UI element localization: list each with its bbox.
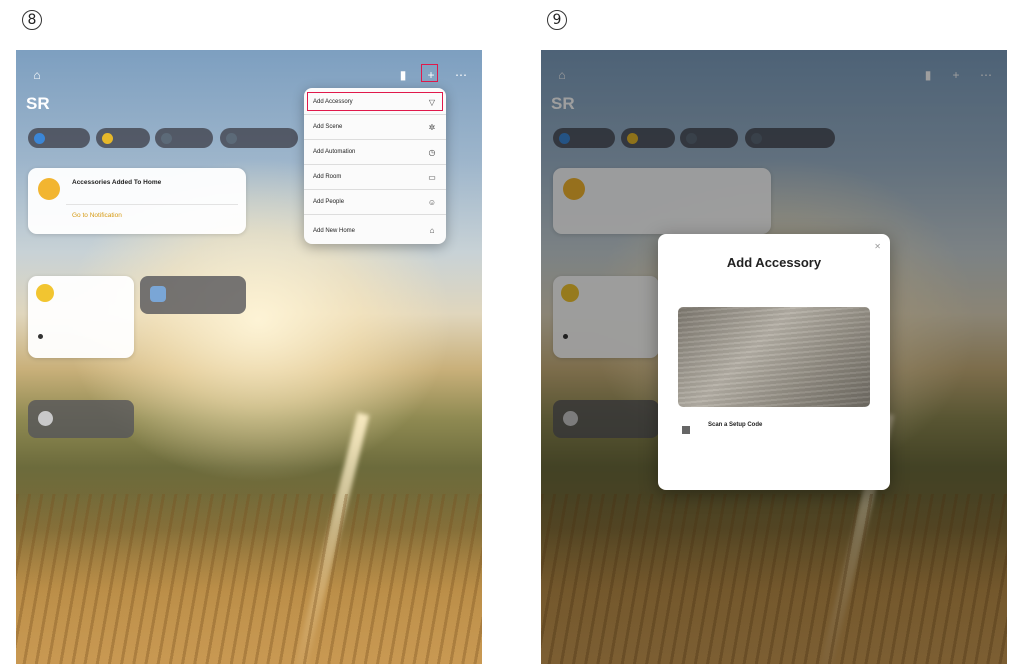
home-title: SR: [26, 94, 50, 113]
menu-item-add-automation[interactable]: Add Automation ◷: [304, 140, 446, 165]
add-button-highlight: [421, 64, 438, 82]
add-accessory-highlight: [307, 92, 443, 111]
scene-icon: [150, 286, 166, 302]
notice-title: Accessories Added To Home: [72, 179, 162, 186]
divider: [66, 204, 238, 205]
security-icon: [161, 132, 172, 144]
menu-item-add-room[interactable]: Add Room ▭: [304, 165, 446, 190]
home-accessory-icon: [38, 178, 60, 200]
screenshot-add-menu: ⌂ ▮ + ⋯ SR Accessories Added To Home Go …: [16, 50, 482, 664]
step-number-9: 9: [547, 10, 567, 30]
room-tile-icon: [38, 411, 53, 426]
room-icon: ▭: [428, 172, 436, 182]
voice-icon[interactable]: ▮: [396, 68, 410, 82]
chip-climate[interactable]: [28, 128, 90, 148]
notice-card[interactable]: Accessories Added To Home Go to Notifica…: [28, 168, 246, 234]
chip-security[interactable]: [155, 128, 213, 148]
scene-icon: ✲: [428, 122, 436, 132]
grass-field: [16, 494, 482, 664]
camera-viewfinder: [678, 307, 870, 407]
room-tile[interactable]: [28, 400, 134, 438]
lightbulb-icon: [36, 284, 54, 302]
scene-tile[interactable]: [140, 276, 246, 314]
menu-item-label: Add Room: [313, 174, 342, 180]
lights-icon: [102, 132, 113, 144]
accessory-tile[interactable]: [28, 276, 134, 358]
add-accessory-modal: ✕ Add Accessory Scan a Setup Code: [658, 234, 890, 490]
menu-item-label: Add Scene: [313, 124, 343, 130]
automation-icon: ◷: [428, 147, 436, 157]
climate-icon: [34, 132, 45, 144]
menu-item-label: Add Automation: [313, 149, 356, 155]
chip-lights[interactable]: [96, 128, 150, 148]
add-menu: Add Accessory ▽ Add Scene ✲ Add Automati…: [304, 88, 446, 244]
chip-speakers[interactable]: [220, 128, 298, 148]
home-icon[interactable]: ⌂: [30, 68, 44, 82]
status-dot: [38, 334, 43, 339]
modal-title: Add Accessory: [726, 255, 822, 270]
home-icon: ⌂: [429, 226, 435, 235]
menu-item-label: Add People: [313, 199, 345, 205]
status-bar: [22, 52, 476, 60]
more-icon[interactable]: ⋯: [454, 68, 468, 82]
people-icon: ☺: [427, 197, 437, 207]
step-number-8: 8: [22, 10, 42, 30]
menu-item-add-people[interactable]: Add People ☺: [304, 190, 446, 215]
screenshot-add-accessory: ⌂ ▮ + ⋯ SR ✕ Add Accessory Scan a Setup …: [541, 50, 1007, 664]
menu-item-add-new-home[interactable]: Add New Home ⌂: [304, 218, 446, 243]
menu-item-add-scene[interactable]: Add Scene ✲: [304, 115, 446, 140]
speakers-icon: [226, 132, 237, 144]
qr-code-icon: [680, 424, 692, 436]
close-icon[interactable]: ✕: [874, 242, 881, 251]
menu-item-label: Add New Home: [313, 227, 356, 234]
scan-setup-code-title[interactable]: Scan a Setup Code: [708, 422, 762, 428]
notice-link[interactable]: Go to Notification: [72, 212, 122, 219]
